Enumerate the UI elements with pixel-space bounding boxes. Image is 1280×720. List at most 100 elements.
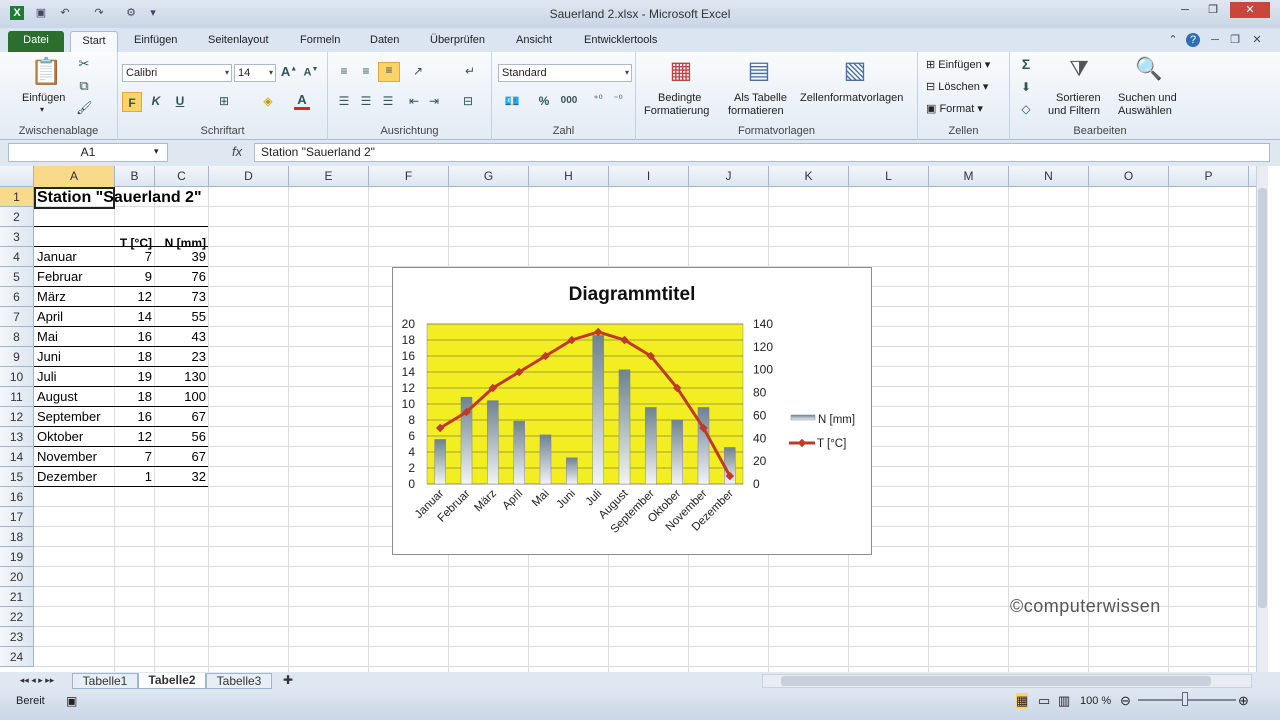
sheet-tab-tabelle2[interactable]: Tabelle2 (138, 673, 206, 689)
cell-precipitation[interactable]: 55 (154, 307, 208, 327)
doc-close-icon[interactable]: ✕ (1250, 33, 1264, 47)
italic-button[interactable]: K (148, 94, 164, 108)
cell-temperature[interactable]: 12 (114, 287, 154, 307)
column-header-o[interactable]: O (1089, 166, 1169, 187)
row-header-10[interactable]: 10 (0, 367, 34, 387)
decrease-indent-icon[interactable]: ⇤ (406, 94, 422, 108)
cell-month[interactable]: August (37, 387, 77, 407)
row-header-12[interactable]: 12 (0, 407, 34, 427)
cut-icon[interactable]: ✂ (76, 56, 92, 72)
cell-temperature[interactable]: 16 (114, 327, 154, 347)
doc-minimize-icon[interactable]: ─ (1208, 33, 1222, 47)
format-painter-icon[interactable]: 🖌 (76, 100, 93, 116)
borders-icon[interactable]: ⊞ (216, 94, 232, 108)
sort-filter-label-1[interactable]: Sortieren (1056, 92, 1101, 104)
format-as-table-label-2[interactable]: formatieren (728, 105, 784, 117)
column-header-b[interactable]: B (115, 166, 155, 187)
column-header-n[interactable]: N (1009, 166, 1089, 187)
column-header-g[interactable]: G (449, 166, 529, 187)
find-select-icon[interactable]: 🔍 (1134, 56, 1164, 86)
cell-month[interactable]: Oktober (37, 427, 83, 447)
cell-precipitation[interactable]: 39 (154, 247, 208, 267)
row-header-2[interactable]: 2 (0, 207, 34, 227)
tab-ueberpruefen[interactable]: Überprüfen (426, 31, 489, 52)
sort-filter-label-2[interactable]: und Filtern (1048, 105, 1100, 117)
merge-center-icon[interactable]: ⊟ (458, 94, 478, 108)
cell-precipitation[interactable]: 43 (154, 327, 208, 347)
cell-month[interactable]: November (37, 447, 97, 467)
restore-icon[interactable]: ❐ (1200, 2, 1226, 18)
font-name-combo[interactable]: Calibri ▾ (122, 64, 232, 82)
name-box[interactable]: A1 (8, 143, 168, 162)
row-header-13[interactable]: 13 (0, 427, 34, 447)
format-as-table-label-1[interactable]: Als Tabelle (734, 92, 787, 104)
row-header-19[interactable]: 19 (0, 547, 34, 567)
align-top-icon[interactable]: ≡ (336, 64, 352, 78)
cell-temperature[interactable]: 7 (114, 447, 154, 467)
copy-icon[interactable]: ⧉ (76, 78, 92, 94)
column-header-f[interactable]: F (369, 166, 449, 187)
decrease-decimal-icon[interactable]: ⁻⁰ (610, 94, 626, 105)
row-header-15[interactable]: 15 (0, 467, 34, 487)
row-header-11[interactable]: 11 (0, 387, 34, 407)
grow-font-icon[interactable]: A▲ (280, 64, 298, 79)
row-header-9[interactable]: 9 (0, 347, 34, 367)
row-header-20[interactable]: 20 (0, 567, 34, 587)
row-header-3[interactable]: 3 (0, 227, 34, 247)
row-header-17[interactable]: 17 (0, 507, 34, 527)
paste-button[interactable]: Einfügen (22, 92, 65, 104)
wrap-text-icon[interactable]: ↵ (460, 64, 480, 78)
column-header-l[interactable]: L (849, 166, 929, 187)
align-middle-icon[interactable]: ≡ (358, 64, 374, 78)
cell-temperature[interactable]: 12 (114, 427, 154, 447)
cell-month[interactable]: Februar (37, 267, 83, 287)
column-header-m[interactable]: M (929, 166, 1009, 187)
cell-precipitation[interactable]: 67 (154, 407, 208, 427)
sort-filter-icon[interactable]: ⧩ (1064, 56, 1094, 86)
cell-month[interactable]: September (37, 407, 101, 427)
conditional-format-icon[interactable]: ▦ (666, 56, 696, 86)
row-header-8[interactable]: 8 (0, 327, 34, 347)
new-sheet-icon[interactable]: ✚ (278, 673, 298, 689)
horizontal-scrollbar[interactable] (762, 674, 1252, 688)
align-left-icon[interactable]: ☰ (336, 94, 352, 108)
bold-button[interactable]: F (122, 92, 142, 112)
vertical-scrollbar[interactable] (1256, 166, 1268, 672)
align-center-icon[interactable]: ☰ (358, 94, 374, 108)
cell-precipitation[interactable]: 56 (154, 427, 208, 447)
column-header-k[interactable]: K (769, 166, 849, 187)
cell-month[interactable]: April (37, 307, 63, 327)
page-break-icon[interactable]: ▥ (1058, 693, 1070, 709)
cell-temperature[interactable]: 16 (114, 407, 154, 427)
cell-precipitation[interactable]: 76 (154, 267, 208, 287)
cell-month[interactable]: Juli (37, 367, 57, 387)
column-header-i[interactable]: I (609, 166, 689, 187)
cell-temperature[interactable]: 1 (114, 467, 154, 487)
cell-precipitation[interactable]: 100 (154, 387, 208, 407)
row-header-4[interactable]: 4 (0, 247, 34, 267)
collapse-ribbon-icon[interactable]: ⌃ (1166, 33, 1180, 47)
normal-view-icon[interactable]: ▦ (1016, 693, 1029, 709)
font-color-icon[interactable]: A (294, 92, 310, 110)
row-header-5[interactable]: 5 (0, 267, 34, 287)
column-header-e[interactable]: E (289, 166, 369, 187)
row-header-1[interactable]: 1 (0, 187, 34, 207)
insert-function-button[interactable]: fx (232, 144, 242, 159)
number-format-combo[interactable]: Standard ▾ (498, 64, 632, 82)
delete-cells-button[interactable]: ⊟ Löschen ▾ (926, 80, 988, 93)
font-size-combo[interactable]: 14 ▾ (234, 64, 276, 82)
row-header-6[interactable]: 6 (0, 287, 34, 307)
select-all-corner[interactable] (0, 166, 34, 187)
tab-datei[interactable]: Datei (8, 31, 64, 52)
zoom-slider-thumb[interactable] (1182, 692, 1188, 706)
underline-button[interactable]: U (172, 94, 188, 108)
paste-icon[interactable]: 📋 (30, 56, 62, 88)
name-box-dropdown-icon[interactable]: ▾ (154, 146, 159, 157)
sheet-tab-tabelle1[interactable]: Tabelle1 (72, 673, 138, 689)
column-header-p[interactable]: P (1169, 166, 1249, 187)
insert-cells-button[interactable]: ⊞ Einfügen ▾ (926, 58, 990, 71)
close-icon[interactable]: ✕ (1230, 2, 1270, 18)
thousands-button[interactable]: 000 (558, 95, 580, 106)
format-cells-button[interactable]: ▣ Format ▾ (926, 102, 983, 115)
tab-formeln[interactable]: Formeln (296, 31, 344, 52)
